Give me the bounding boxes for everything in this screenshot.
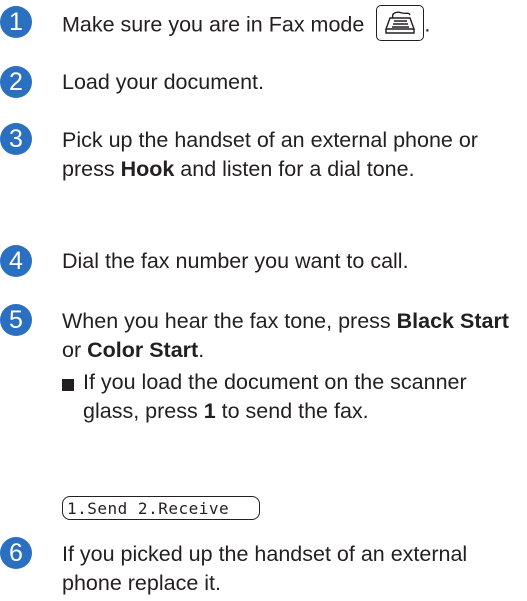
- step-text-4: Dial the fax number you want to call.: [62, 249, 409, 273]
- sub-text-after: to send the fax.: [215, 399, 369, 423]
- fax-machine-icon: [385, 11, 416, 34]
- step-number-4: 4: [0, 245, 32, 277]
- step-1-suffix: .: [424, 12, 431, 37]
- step-5-sub-text: If you load the document on the scanner …: [83, 368, 523, 426]
- step-5-text-after: .: [198, 338, 205, 362]
- step-number-5: 5: [0, 304, 32, 336]
- step-number-1: 1: [0, 6, 32, 38]
- step-text-3: Pick up the handset of an external phone…: [62, 126, 522, 184]
- step-5-text-mid: or: [62, 338, 88, 362]
- step-text-1: Make sure you are in Fax mode .: [62, 5, 522, 44]
- square-bullet-icon: [62, 379, 74, 391]
- step-1-label: Make sure you are in Fax mode: [62, 12, 365, 37]
- color-start-label: Color Start: [87, 338, 199, 362]
- step-text-5: When you hear the fax tone, press Black …: [62, 307, 522, 365]
- step-number-2: 2: [0, 66, 32, 98]
- step-number-6: 6: [0, 537, 32, 569]
- step-text-6: If you picked up the handset of an exter…: [62, 542, 468, 595]
- step-3-text-after: and listen for a dial tone.: [174, 157, 415, 181]
- fax-mode-key[interactable]: [376, 5, 425, 41]
- step-text-2: Load your document.: [62, 70, 264, 94]
- step-number-3: 3: [0, 123, 32, 155]
- black-start-label: Black Start: [396, 309, 509, 333]
- hook-key-label: Hook: [120, 157, 175, 181]
- step-5-text-before: When you hear the fax tone, press: [62, 309, 397, 333]
- key-1-label: 1: [203, 399, 216, 423]
- lcd-display: 1.Send 2.Receive: [62, 496, 260, 520]
